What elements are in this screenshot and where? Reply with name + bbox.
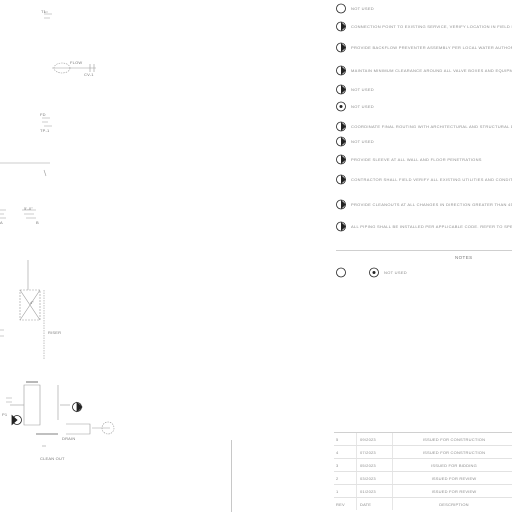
note-text: PROVIDE CLEANOUTS AT ALL CHANGES IN DIRE… (351, 202, 512, 207)
rev-date: 05/2023 (360, 463, 376, 468)
note-item: COORDINATE FINAL ROUTING WITH ARCHITECTU… (336, 121, 512, 132)
note-text: NOT USED (351, 104, 374, 109)
note-arrow-icon (336, 42, 348, 53)
note-text: NOT USED (351, 6, 374, 11)
note-text: CONTRACTOR SHALL FIELD VERIFY ALL EXISTI… (351, 177, 512, 182)
note-item: NOT USED (336, 101, 512, 112)
label-p1: P1 (2, 412, 8, 417)
table-row: 1 01/2023 ISSUED FOR REVIEW (334, 485, 512, 498)
note-arrow-icon (336, 154, 348, 165)
label-a: A (0, 220, 3, 225)
rev-number-header: REV (336, 502, 345, 507)
rev-date-header: DATE (360, 502, 372, 507)
legend-text: NOT USED (384, 269, 407, 275)
note-arrow-icon (336, 221, 348, 232)
table-row: 2 03/2023 ISSUED FOR REVIEW (334, 472, 512, 485)
rev-number: 1 (336, 489, 339, 494)
note-item: PROVIDE BACKFLOW PREVENTER ASSEMBLY PER … (336, 42, 512, 53)
label-clean-out: CLEAN OUT (40, 456, 65, 461)
table-row: 3 05/2023 ISSUED FOR BIDDING (334, 459, 512, 472)
rev-number: 3 (336, 463, 339, 468)
note-text: CONNECTION POINT TO EXISTING SERVICE, VE… (351, 24, 512, 29)
note-item: PROVIDE SLEEVE AT ALL WALL AND FLOOR PEN… (336, 154, 512, 165)
rev-description: ISSUED FOR REVIEW (431, 489, 477, 494)
notes-legend: NOT USED (336, 266, 407, 278)
table-row: 4 07/2023 ISSUED FOR CONSTRUCTION (334, 446, 512, 459)
label-dimension: 5'-0" (24, 206, 33, 211)
keyed-notes: NOT USED CONNECTION POINT TO EXISTING SE… (336, 0, 512, 250)
rev-description: ISSUED FOR CONSTRUCTION (422, 437, 486, 442)
note-item: MAINTAIN MINIMUM CLEARANCE AROUND ALL VA… (336, 65, 512, 76)
drawing-linework (0, 11, 115, 447)
note-item: NOT USED (336, 136, 512, 147)
rev-description: ISSUED FOR CONSTRUCTION (422, 450, 486, 455)
note-text: ALL PIPING SHALL BE INSTALLED PER APPLIC… (351, 224, 512, 229)
rev-date: 01/2023 (360, 489, 376, 494)
note-arrow-icon (336, 121, 348, 132)
rev-description-header: DESCRIPTION (439, 502, 469, 507)
note-item: PROVIDE CLEANOUTS AT ALL CHANGES IN DIRE… (336, 199, 512, 210)
note-item: NOT USED (336, 3, 512, 14)
table-row: 5 09/2023 ISSUED FOR CONSTRUCTION (334, 433, 512, 446)
note-arrow-icon (336, 65, 348, 76)
rev-date: 07/2023 (360, 450, 376, 455)
rev-number: 4 (336, 450, 339, 455)
note-text: NOT USED (351, 87, 374, 92)
label-t1: T1 (41, 9, 47, 14)
note-arrow-icon (336, 199, 348, 210)
legend-circle-dot-icon (369, 267, 379, 277)
note-item: CONNECTION POINT TO EXISTING SERVICE, VE… (336, 21, 512, 32)
note-arrow-icon (336, 21, 348, 32)
title-block-divider (231, 440, 232, 512)
drawing-sheet: T1 FLOW CV-1 FD TP-1 5'-0" A B 4" RISER … (0, 0, 512, 512)
note-text: MAINTAIN MINIMUM CLEARANCE AROUND ALL VA… (351, 68, 512, 73)
legend-circle-icon (336, 267, 346, 277)
label-flow: FLOW (70, 60, 83, 65)
notes-divider (336, 250, 512, 251)
rev-date: 09/2023 (360, 437, 376, 442)
note-arrow-icon (336, 174, 348, 185)
plan-drawing: T1 FLOW CV-1 FD TP-1 5'-0" A B 4" RISER … (0, 0, 232, 512)
rev-date: 03/2023 (360, 476, 376, 481)
note-circle-icon (336, 3, 348, 14)
note-item: CONTRACTOR SHALL FIELD VERIFY ALL EXISTI… (336, 174, 512, 185)
label-tp1: TP-1 (40, 128, 50, 133)
note-text: COORDINATE FINAL ROUTING WITH ARCHITECTU… (351, 124, 512, 129)
note-arrow-icon (336, 136, 348, 147)
table-header-row: REV DATE DESCRIPTION (334, 498, 512, 510)
label-b: B (36, 220, 39, 225)
rev-number: 2 (336, 476, 339, 481)
note-item: ALL PIPING SHALL BE INSTALLED PER APPLIC… (336, 221, 512, 232)
rev-description: ISSUED FOR REVIEW (431, 476, 477, 481)
revision-table: 5 09/2023 ISSUED FOR CONSTRUCTION 4 07/2… (334, 432, 512, 513)
label-riser: RISER (48, 330, 62, 335)
rev-number: 5 (336, 437, 339, 442)
label-fd: FD (40, 112, 46, 117)
note-text: PROVIDE BACKFLOW PREVENTER ASSEMBLY PER … (351, 45, 512, 50)
note-text: PROVIDE SLEEVE AT ALL WALL AND FLOOR PEN… (351, 157, 482, 162)
label-drain: DRAIN (62, 436, 76, 441)
note-item: NOT USED (336, 84, 512, 95)
rev-description: ISSUED FOR BIDDING (431, 463, 477, 468)
notes-heading: NOTES (455, 255, 473, 260)
note-arrow-icon (336, 84, 348, 95)
note-text: NOT USED (351, 139, 374, 144)
label-pipe-size: 4" (30, 300, 35, 305)
note-circle-dot-icon (336, 101, 348, 112)
label-cv1: CV-1 (84, 72, 94, 77)
